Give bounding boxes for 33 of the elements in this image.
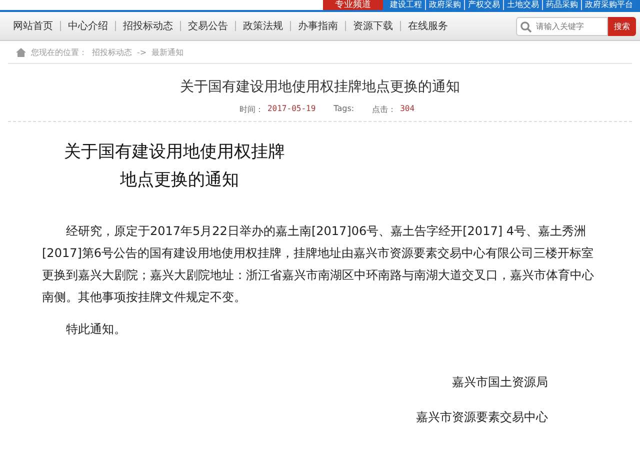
channel-link[interactable]: 土地交易	[503, 0, 542, 10]
notice-heading: 地点更换的通知	[119, 169, 240, 192]
nav-item[interactable]: 政策法规	[236, 19, 290, 33]
notice-heading: 关于国有建设用地使用权挂牌	[64, 141, 286, 164]
breadcrumb-link[interactable]: 最新通知	[152, 47, 184, 58]
channel-link[interactable]: 药品采购	[542, 0, 581, 10]
nav-item[interactable]: 办事指南	[291, 19, 345, 33]
nav-item[interactable]: 招投标动态	[116, 19, 180, 33]
nav-item[interactable]: 资源下载	[346, 19, 400, 33]
breadcrumb-separator: ->	[137, 48, 147, 57]
meta-value: 304	[400, 104, 415, 115]
breadcrumb-link[interactable]: 招投标动态	[92, 47, 132, 58]
channel-link[interactable]: 政府采购平台	[581, 0, 636, 10]
home-icon	[16, 48, 26, 57]
channel-link[interactable]: 政府采购	[425, 0, 464, 10]
meta-label: 点击：	[372, 104, 396, 115]
signature: 嘉兴市资源要素交易中心	[416, 409, 548, 426]
breadcrumb-label: 您现在的位置：	[31, 47, 87, 58]
search-button[interactable]: 搜索	[608, 16, 636, 36]
nav-item[interactable]: 网站首页	[6, 19, 60, 33]
channel-link[interactable]: 产权交易	[464, 0, 503, 10]
paragraph: 经研究，原定于2017年5月22日举办的嘉土南[2017]06号、嘉土告字经开[2017] 4号、嘉土秀洲[2017]第6号公告的国有建设用地使用权挂牌，挂牌地址由嘉兴市资源要素交易中心有限公司三楼开标室更换到嘉兴大剧院；嘉兴大剧院地址：浙江省嘉兴市南湖区中环南路与南湖大道交叉口，嘉兴市体育中心南侧。其他事项按挂牌文件规定不变。	[42, 223, 595, 306]
meta-label: 时间：	[239, 104, 264, 115]
article-title: 关于国有建设用地使用权挂牌地点更换的通知	[179, 78, 461, 96]
paragraph: 特此通知。	[65, 321, 127, 338]
meta-label: Tags:	[334, 104, 354, 115]
nav-item[interactable]: 中心介绍	[61, 19, 115, 33]
nav-item[interactable]: 在线服务	[401, 19, 455, 33]
channel-link[interactable]: 建设工程	[387, 0, 425, 10]
meta-value: 2017-05-19	[267, 104, 316, 115]
signature: 嘉兴市国土资源局	[452, 374, 548, 391]
nav-item[interactable]: 交易公告	[181, 19, 235, 33]
search-field[interactable]: 请输入关键字	[516, 16, 608, 36]
